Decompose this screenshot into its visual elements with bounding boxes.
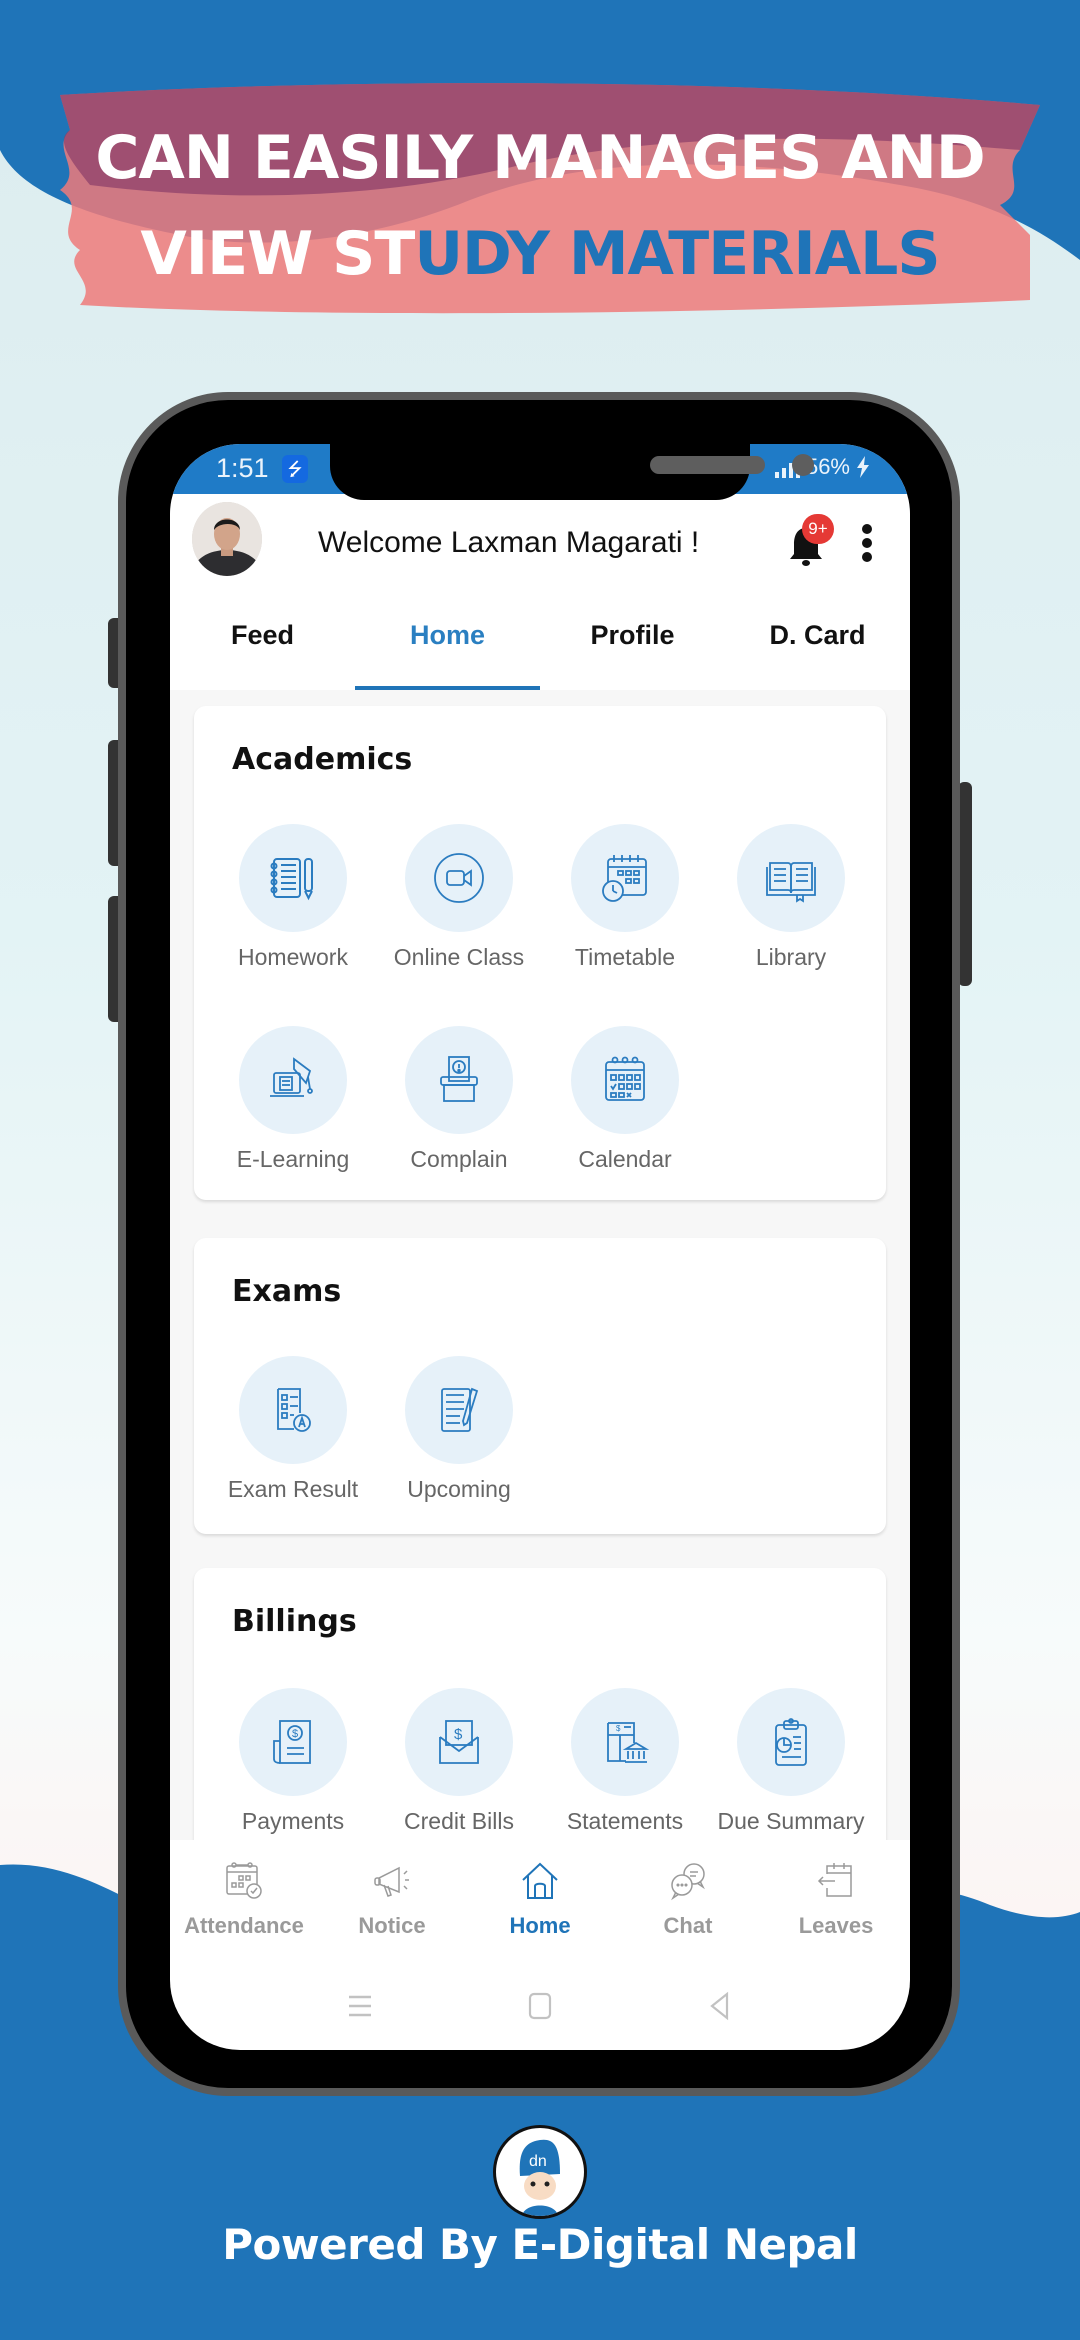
svg-text:dn: dn: [529, 2153, 547, 2170]
tile-label: Complain: [410, 1146, 508, 1172]
tile-credit-bills[interactable]: $ Credit Bills: [376, 1688, 542, 1835]
tab-home[interactable]: Home: [355, 592, 540, 690]
calendar-clock-icon: [602, 855, 647, 902]
tab-profile[interactable]: Profile: [540, 592, 725, 690]
tab-feed[interactable]: Feed: [170, 592, 355, 690]
nav-label: Home: [509, 1913, 571, 1938]
tile-label: Payments: [241, 1808, 345, 1834]
phone-button-right: [958, 782, 972, 986]
notification-badge: 9+: [802, 514, 834, 544]
tile-label: Statements: [566, 1808, 684, 1834]
avatar[interactable]: [192, 502, 262, 576]
user-photo: [192, 502, 262, 576]
section-title: Academics: [232, 742, 413, 777]
svg-text:$: $: [292, 1728, 298, 1740]
mascot-icon: dn: [519, 2139, 560, 2216]
nav-label: Notice: [358, 1913, 426, 1938]
home-content[interactable]: Academics Homework Online Class Timetabl…: [170, 690, 910, 1840]
tile-exam-result[interactable]: Exam Result: [210, 1356, 376, 1503]
exams-card: Exams Exam Result Upcoming: [194, 1238, 886, 1534]
bolt-icon: [857, 456, 869, 478]
tile-complain[interactable]: Complain: [376, 1026, 542, 1173]
svg-text:$: $: [616, 1724, 621, 1733]
welcome-text: Welcome Laxman Magarati !: [318, 526, 700, 559]
phone-screen: 1:51 ⭍ 56% Welcome Laxman Magarati ! 9+ …: [170, 444, 910, 2050]
tile-library[interactable]: Library: [708, 824, 874, 971]
home-icon: [522, 1862, 558, 1899]
nav-leaves[interactable]: Leaves: [762, 1840, 910, 1962]
front-camera: [792, 454, 814, 476]
bank-statement-icon: $: [607, 1722, 650, 1763]
tile-label: Calendar: [578, 1146, 672, 1172]
headline-line-2-blue: UDY MATERIALS: [414, 219, 940, 289]
tile-payments[interactable]: $ Payments: [210, 1688, 376, 1835]
exam-result-icon: [277, 1388, 311, 1432]
nav-home[interactable]: Home: [466, 1840, 614, 1962]
camera-notch: [330, 444, 814, 500]
status-time: 1:51: [216, 453, 269, 483]
section-title: Exams: [232, 1274, 342, 1309]
laptop-graduation-icon: [270, 1057, 313, 1097]
nav-chat[interactable]: Chat: [614, 1840, 762, 1962]
e-digital-nepal-logo: dn: [493, 2125, 587, 2219]
headline-line-2: VIEW STUDY MATERIALS: [0, 206, 1080, 302]
tile-label: Due Summary: [717, 1808, 865, 1834]
chat-bubbles-icon: [671, 1863, 705, 1901]
app-header: Welcome Laxman Magarati ! 9+: [170, 494, 910, 592]
tile-label: Credit Bills: [404, 1808, 514, 1834]
tile-online-class[interactable]: Online Class: [376, 824, 542, 971]
clipboard-chart-icon: [775, 1718, 807, 1766]
headline-line-1: CAN EASILY MANAGES AND: [95, 123, 985, 193]
invoice-dollar-icon: $: [273, 1720, 311, 1764]
nav-label: Chat: [663, 1913, 713, 1938]
recents-icon[interactable]: [345, 1991, 375, 2021]
notebook-pencil-icon: [270, 858, 313, 901]
academics-card: Academics Homework Online Class Timetabl…: [194, 706, 886, 1200]
envelope-dollar-icon: $: [439, 1720, 479, 1764]
tile-statements[interactable]: $ Statements: [542, 1688, 708, 1835]
tile-label: Homework: [238, 944, 348, 970]
tile-label: Online Class: [393, 944, 525, 970]
nav-attendance[interactable]: Attendance: [170, 1840, 318, 1962]
leave-calendar-icon: [817, 1863, 852, 1897]
usb-icon: ⭍: [282, 455, 308, 483]
speaker-grille: [650, 456, 765, 474]
nav-label: Attendance: [184, 1913, 304, 1938]
nav-label: Leaves: [798, 1913, 874, 1938]
tile-label: E-Learning: [236, 1146, 350, 1172]
tile-due-summary[interactable]: Due Summary: [708, 1688, 874, 1835]
tile-label: Library: [755, 944, 827, 970]
tile-label: Exam Result: [227, 1476, 359, 1502]
tile-upcoming[interactable]: Upcoming: [376, 1356, 542, 1503]
powered-by-text: Powered By E-Digital Nepal: [222, 2220, 858, 2269]
home-button-icon[interactable]: [525, 1991, 555, 2021]
nav-notice[interactable]: Notice: [318, 1840, 466, 1962]
tile-label: Timetable: [574, 944, 676, 970]
attendance-calendar-icon: [226, 1862, 262, 1899]
tile-calendar[interactable]: Calendar: [542, 1026, 708, 1173]
system-navigation-bar: [170, 1962, 910, 2050]
open-book-icon: [766, 862, 816, 903]
tile-homework[interactable]: Homework: [210, 824, 376, 971]
svg-text:$: $: [454, 1726, 463, 1743]
bottom-navigation: Attendance Notice Home Chat Leaves: [170, 1840, 910, 1962]
back-icon[interactable]: [705, 1991, 735, 2021]
video-camera-icon: [434, 853, 484, 903]
more-options-icon[interactable]: [860, 524, 874, 564]
tile-e-learning[interactable]: E-Learning: [210, 1026, 376, 1173]
section-title: Billings: [232, 1604, 357, 1639]
top-tabs: Feed Home Profile D. Card: [170, 592, 910, 690]
tile-timetable[interactable]: Timetable: [542, 824, 708, 971]
complaint-box-icon: [440, 1056, 478, 1102]
billings-card: Billings $ Payments $ Credit Bills $ Sta…: [194, 1568, 886, 1840]
megaphone-icon: [374, 1866, 409, 1897]
tile-label: Upcoming: [407, 1476, 511, 1502]
promo-headline: CAN EASILY MANAGES AND VIEW STUDY MATERI…: [0, 110, 1080, 302]
headline-line-2-white: VIEW ST: [140, 219, 415, 289]
document-pencil-icon: [441, 1387, 479, 1432]
calendar-icon: [605, 1056, 645, 1101]
tab-d-card[interactable]: D. Card: [725, 592, 910, 690]
status-indicators: 56%: [774, 454, 870, 480]
